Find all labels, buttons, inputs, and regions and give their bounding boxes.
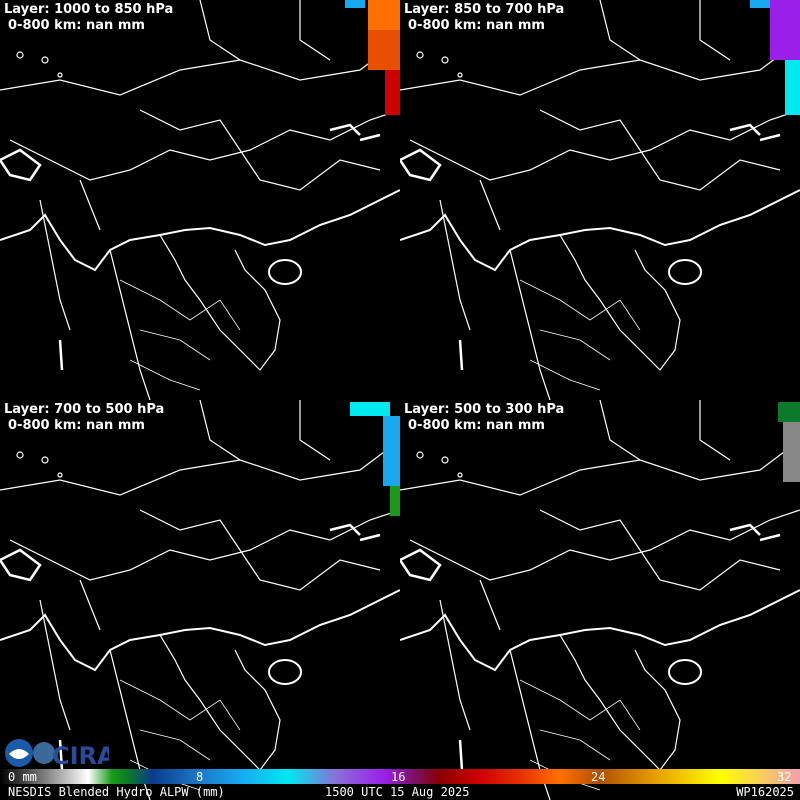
noaa-cira-logo: CIRA (5, 739, 109, 768)
map-outline (0, 0, 400, 400)
storm-id: WP162025 (736, 785, 794, 799)
layer-stat: 0-800 km: nan mm (8, 418, 145, 433)
colorbar-tick: 16 (391, 770, 406, 784)
layer-label: Layer: 850 to 700 hPa (404, 2, 565, 17)
layer-label: Layer: 1000 to 850 hPa (4, 2, 174, 17)
layer-label: Layer: 700 to 500 hPa (4, 402, 165, 417)
colorbar-tick: 0 mm (8, 770, 37, 784)
panel-1000-850: Layer: 1000 to 850 hPa 0-800 km: nan mm (0, 0, 400, 400)
panel-850-700: Layer: 850 to 700 hPa 0-800 km: nan mm (400, 0, 800, 400)
panel-500-300: Layer: 500 to 300 hPa 0-800 km: nan mm (400, 400, 800, 800)
map-outline (400, 0, 800, 400)
layer-stat: 0-800 km: nan mm (408, 18, 545, 33)
colorbar-tick: 8 (196, 770, 204, 784)
colorbar-tick: 32 (777, 770, 792, 784)
layer-stat: 0-800 km: nan mm (8, 18, 145, 33)
product-title: NESDIS Blended Hydro ALPW (mm) (8, 785, 225, 799)
valid-time: 1500 UTC 15 Aug 2025 (325, 785, 470, 799)
colorbar-tick: 24 (591, 770, 606, 784)
layer-stat: 0-800 km: nan mm (408, 418, 545, 433)
layer-label: Layer: 500 to 300 hPa (404, 402, 565, 417)
cira-logo-text: CIRA (52, 742, 109, 768)
map-outline (400, 400, 800, 800)
